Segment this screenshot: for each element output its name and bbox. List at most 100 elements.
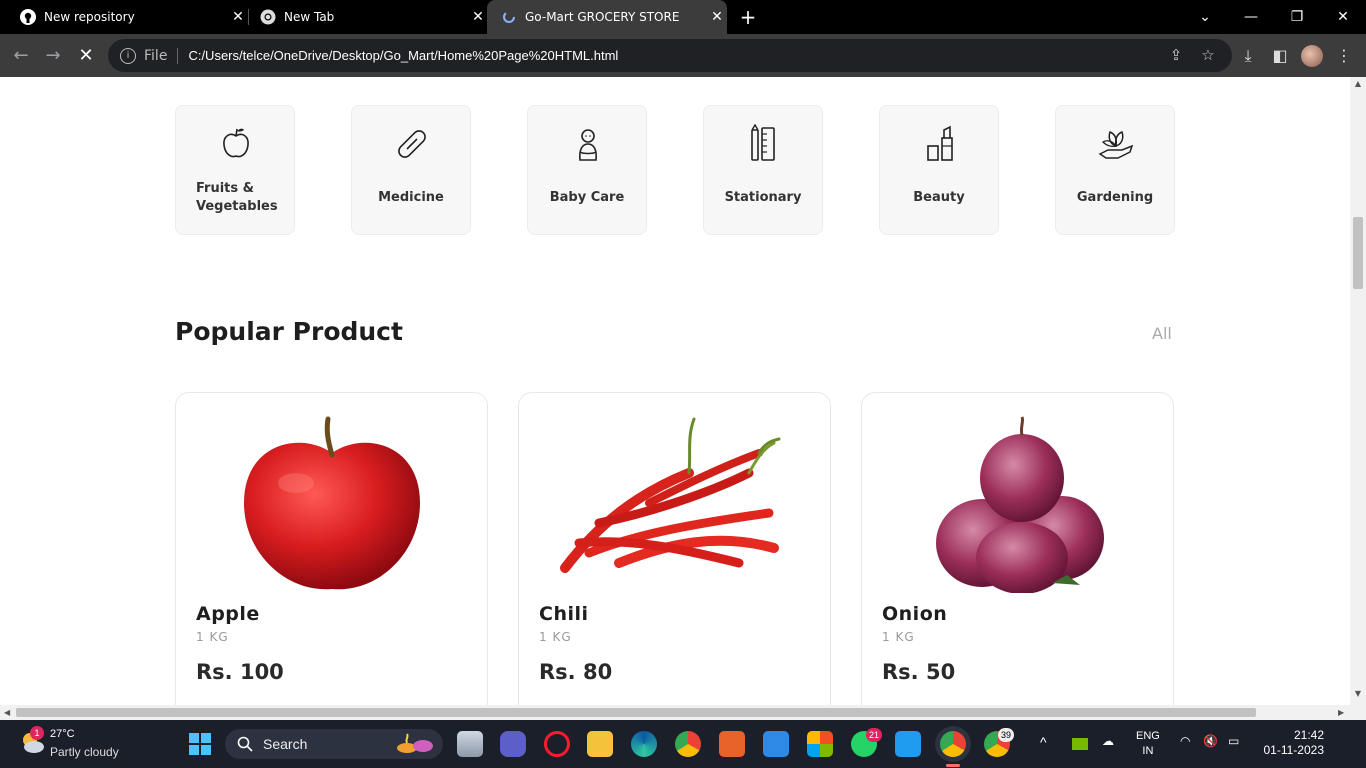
view-all-link[interactable]: All: [1152, 324, 1172, 343]
product-name: Chili: [539, 603, 589, 625]
close-tab-icon[interactable]: ✕: [468, 9, 488, 25]
tab-title: New repository: [44, 10, 135, 24]
scroll-down-arrow-icon[interactable]: ▼: [1350, 689, 1366, 698]
onion-product-image: [936, 416, 1104, 593]
weather-temperature[interactable]: 27°C: [50, 728, 75, 740]
product-quantity: 1 KG: [196, 630, 229, 644]
category-gardening[interactable]: Gardening: [1055, 105, 1175, 235]
bookmark-star-icon[interactable]: ☆: [1198, 45, 1218, 65]
chrome-icon[interactable]: [675, 731, 701, 757]
category-medicine[interactable]: Medicine: [351, 105, 471, 235]
divider: [177, 47, 179, 64]
category-stationary[interactable]: Stationary: [703, 105, 823, 235]
product-card-apple[interactable]: Apple 1 KG Rs. 100: [175, 392, 488, 705]
address-bar[interactable]: i File C:/Users/telce/OneDrive/Desktop/G…: [108, 39, 1232, 72]
windows-taskbar: 1 27°C Partly cloudy Search 21 39 ^ ☁ EN…: [0, 720, 1366, 768]
category-fruits-vegetables[interactable]: Fruits & Vegetables: [175, 105, 295, 235]
tab-new-repository[interactable]: New repository ✕: [8, 0, 248, 34]
wifi-icon[interactable]: ◠: [1180, 734, 1190, 748]
product-card-onion[interactable]: Onion 1 KG Rs. 50: [861, 392, 1174, 705]
category-label: Fruits & Vegetables: [196, 181, 278, 214]
category-label: Stationary: [724, 190, 802, 205]
cosmetics-icon: [927, 125, 953, 161]
github-icon: [20, 9, 36, 25]
active-app-indicator: [946, 764, 960, 767]
category-label: Medicine: [378, 190, 444, 205]
side-panel-icon[interactable]: ◧: [1269, 45, 1291, 67]
category-beauty[interactable]: Beauty: [879, 105, 999, 235]
new-tab-button[interactable]: +: [737, 6, 759, 28]
loading-icon: [501, 9, 517, 25]
close-window-icon[interactable]: ✕: [1320, 0, 1366, 34]
browser-toolbar: ← → ✕ i File C:/Users/telce/OneDrive/Des…: [0, 34, 1366, 77]
pill-icon: [398, 130, 426, 158]
close-tab-icon[interactable]: ✕: [228, 9, 248, 25]
profile-avatar[interactable]: [1301, 45, 1323, 67]
chili-product-image: [560, 417, 781, 573]
file-explorer-icon[interactable]: [587, 731, 613, 757]
product-card-chili[interactable]: Chili 1 KG Rs. 80: [518, 392, 831, 705]
tab-search-chevron-icon[interactable]: ⌄: [1182, 0, 1228, 34]
scroll-up-arrow-icon[interactable]: ▲: [1350, 79, 1366, 88]
diwali-lamp-icon: [397, 733, 433, 753]
scroll-left-arrow-icon[interactable]: ◀: [4, 705, 10, 720]
teams-chat-icon[interactable]: [500, 731, 526, 757]
scrollbar-thumb[interactable]: [1353, 217, 1363, 289]
vscode-icon[interactable]: [895, 731, 921, 757]
minimize-icon[interactable]: —: [1228, 0, 1274, 34]
taskbar-search[interactable]: Search: [225, 729, 443, 759]
vertical-scrollbar[interactable]: ▲ ▼: [1350, 77, 1366, 705]
plant-hand-icon: [1098, 131, 1134, 159]
page-viewport: Fruits & Vegetables Medicine Baby Care S…: [0, 77, 1350, 705]
onedrive-sync-icon[interactable]: ☁: [1102, 734, 1114, 748]
battery-icon[interactable]: ▭: [1228, 734, 1239, 748]
tray-overflow-chevron-icon[interactable]: ^: [1040, 734, 1047, 750]
scrollbar-thumb[interactable]: [16, 708, 1256, 717]
category-label: Baby Care: [549, 190, 625, 205]
tab-new-tab[interactable]: New Tab ✕: [248, 0, 488, 34]
product-price: Rs. 100: [196, 660, 284, 684]
chrome-active-icon[interactable]: [940, 731, 966, 757]
language-indicator[interactable]: ENG IN: [1136, 729, 1160, 759]
product-name: Apple: [196, 603, 260, 625]
product-quantity: 1 KG: [882, 630, 915, 644]
category-baby-care[interactable]: Baby Care: [527, 105, 647, 235]
site-info-icon[interactable]: i: [120, 47, 136, 64]
category-label: Gardening: [1076, 190, 1154, 205]
forward-arrow-icon[interactable]: →: [40, 43, 66, 69]
volume-muted-icon[interactable]: 🔇: [1203, 734, 1218, 748]
stop-loading-icon[interactable]: ✕: [73, 43, 99, 69]
scroll-right-arrow-icon[interactable]: ▶: [1338, 705, 1344, 720]
download-icon[interactable]: ⤓: [1237, 45, 1259, 67]
back-arrow-icon[interactable]: ←: [8, 43, 34, 69]
product-price: Rs. 80: [539, 660, 613, 684]
apple-icon: [223, 128, 249, 158]
weather-description[interactable]: Partly cloudy: [50, 745, 119, 759]
stationery-icon: [751, 124, 775, 161]
kebab-menu-icon[interactable]: ⋮: [1333, 45, 1355, 67]
category-label: Beauty: [913, 190, 965, 205]
nvidia-icon[interactable]: [1072, 738, 1088, 750]
mail-icon[interactable]: [763, 731, 789, 757]
product-price: Rs. 50: [882, 660, 956, 684]
horizontal-scrollbar[interactable]: ◀ ▶: [0, 705, 1366, 720]
product-name: Onion: [882, 603, 948, 625]
share-icon[interactable]: ⇪: [1166, 45, 1186, 65]
microsoft-store-icon[interactable]: [807, 731, 833, 757]
baby-icon: [579, 129, 597, 161]
media-player-icon[interactable]: [719, 731, 745, 757]
weather-badge: 1: [30, 726, 44, 740]
opera-icon[interactable]: [544, 731, 570, 757]
restore-icon[interactable]: ❐: [1274, 0, 1320, 34]
system-clock[interactable]: 21:42 01-11-2023: [1258, 728, 1325, 758]
windows-start-icon[interactable]: [189, 733, 211, 755]
tab-title: New Tab: [284, 10, 335, 24]
url-text[interactable]: C:/Users/telce/OneDrive/Desktop/Go_Mart/…: [188, 48, 618, 63]
search-label: Search: [263, 736, 308, 752]
task-view-icon[interactable]: [457, 731, 483, 757]
section-title: Popular Product: [175, 317, 403, 346]
edge-icon[interactable]: [631, 731, 657, 757]
close-tab-icon[interactable]: ✕: [707, 9, 727, 25]
tab-go-mart[interactable]: Go-Mart GROCERY STORE ✕: [487, 0, 727, 34]
chrome-icon: [260, 9, 276, 25]
